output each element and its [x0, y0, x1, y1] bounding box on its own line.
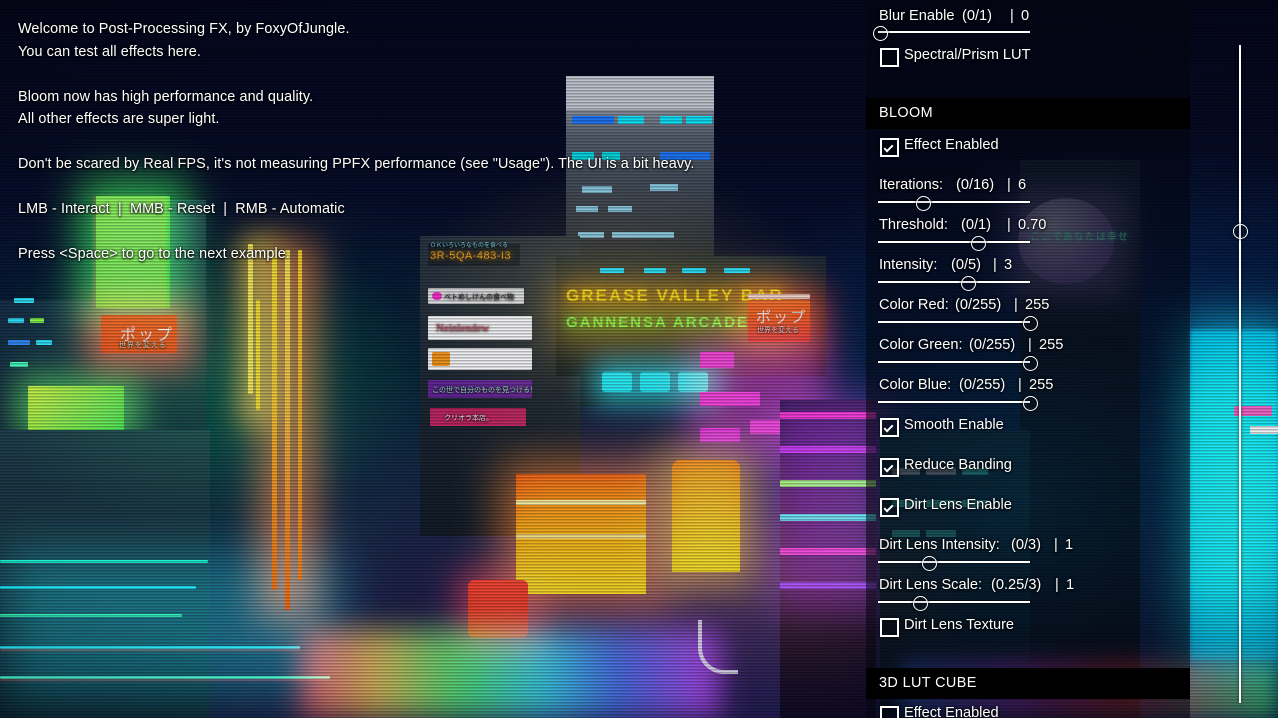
- bloom-iterations-slider-track[interactable]: [878, 201, 1030, 203]
- lut-effect-enabled-checkbox[interactable]: [880, 706, 899, 718]
- bloom-color-green-slider-knob[interactable]: [1023, 356, 1038, 371]
- bloom-effect-enabled-checkbox[interactable]: [880, 138, 899, 157]
- row-blur-enable: Blur Enable (0/1) | 0: [866, 0, 1190, 41]
- app-root: ポップ 世界を変える 3R-5QA-483-I3 ＯＫい: [0, 0, 1278, 718]
- row-bloom-color-red: Color Red: (0/255) | 255: [866, 297, 1190, 333]
- bloom-color-green-range: (0/255): [969, 337, 1016, 353]
- bloom-iterations-slider-knob[interactable]: [916, 196, 931, 211]
- blur-enable-slider-track[interactable]: [878, 31, 1030, 33]
- row-lut-effect-enabled: Effect Enabled: [866, 705, 1190, 718]
- bloom-dirt-lens-scale-range: (0.25/3): [991, 577, 1042, 593]
- bloom-dirt-lens-intensity-range: (0/3): [1011, 537, 1042, 553]
- blur-enable-label: Blur Enable: [879, 8, 955, 24]
- bloom-color-red-range: (0/255): [955, 297, 1002, 313]
- bloom-dirt-lens-intensity-label: Dirt Lens Intensity:: [879, 537, 1000, 553]
- bloom-iterations-range: (0/16): [956, 177, 995, 193]
- row-bloom-intensity: Intensity: (0/5) | 3: [866, 257, 1190, 293]
- bloom-color-green-label: Color Green:: [879, 337, 963, 353]
- bloom-reduce-banding-label: Reduce Banding: [904, 457, 1012, 473]
- bloom-intensity-range: (0/5): [951, 257, 982, 273]
- row-bloom-effect-enabled: Effect Enabled: [866, 137, 1190, 161]
- bloom-threshold-value: 0.70: [1018, 217, 1047, 233]
- bloom-threshold-range: (0/1): [961, 217, 992, 233]
- bloom-intensity-slider-track[interactable]: [878, 281, 1030, 283]
- blur-enable-value: 0: [1021, 8, 1030, 24]
- bloom-dirt-lens-enable-label: Dirt Lens Enable: [904, 497, 1012, 513]
- effects-panel: Blur Enable (0/1) | 0 Spectral/Prism LUT…: [866, 0, 1190, 718]
- section-header-lut-label: 3D LUT CUBE: [879, 675, 977, 691]
- bloom-intensity-label: Intensity:: [879, 257, 938, 273]
- row-bloom-dirt-lens-enable: Dirt Lens Enable: [866, 497, 1190, 521]
- blur-enable-range: (0/1): [962, 8, 993, 24]
- row-bloom-smooth-enable: Smooth Enable: [866, 417, 1190, 441]
- bloom-effect-enabled-label: Effect Enabled: [904, 137, 999, 153]
- bloom-threshold-label: Threshold:: [879, 217, 948, 233]
- bloom-intensity-slider-knob[interactable]: [961, 276, 976, 291]
- spectral-lut-checkbox[interactable]: [880, 48, 899, 67]
- bloom-dirt-lens-intensity-slider-knob[interactable]: [922, 556, 937, 571]
- lut-effect-enabled-label: Effect Enabled: [904, 705, 999, 718]
- bloom-dirt-lens-scale-slider-knob[interactable]: [913, 596, 928, 611]
- bloom-smooth-enable-checkbox[interactable]: [880, 418, 899, 437]
- bloom-dirt-lens-intensity-value: 1: [1065, 537, 1074, 553]
- row-bloom-threshold: Threshold: (0/1) | 0.70: [866, 217, 1190, 253]
- bloom-color-blue-slider-track[interactable]: [878, 401, 1030, 403]
- row-bloom-dirt-lens-intensity: Dirt Lens Intensity: (0/3) | 1: [866, 537, 1190, 573]
- bloom-dirt-lens-scale-label: Dirt Lens Scale:: [879, 577, 983, 593]
- section-header-bloom-label: BLOOM: [879, 105, 933, 121]
- intro-overlay-text: Welcome to Post-Processing FX, by FoxyOf…: [18, 21, 695, 262]
- bloom-iterations-value: 6: [1018, 177, 1027, 193]
- row-bloom-dirt-lens-texture: Dirt Lens Texture: [866, 617, 1190, 641]
- bloom-dirt-lens-intensity-slider-track[interactable]: [878, 561, 1030, 563]
- row-bloom-color-green: Color Green: (0/255) | 255: [866, 337, 1190, 373]
- bloom-smooth-enable-label: Smooth Enable: [904, 417, 1004, 433]
- bloom-dirt-lens-enable-checkbox[interactable]: [880, 498, 899, 517]
- bloom-color-red-slider-track[interactable]: [878, 321, 1030, 323]
- bloom-dirt-lens-intensity-separator: |: [1054, 537, 1058, 553]
- bloom-color-red-slider-knob[interactable]: [1023, 316, 1038, 331]
- bloom-color-green-value: 255: [1039, 337, 1064, 353]
- bloom-iterations-separator: |: [1007, 177, 1011, 193]
- section-header-bloom: BLOOM: [866, 98, 1190, 129]
- blur-enable-slider-knob[interactable]: [873, 26, 888, 41]
- bloom-color-blue-separator: |: [1018, 377, 1022, 393]
- bloom-dirt-lens-texture-checkbox[interactable]: [880, 618, 899, 637]
- bloom-dirt-lens-scale-value: 1: [1066, 577, 1075, 593]
- bloom-threshold-separator: |: [1007, 217, 1011, 233]
- bloom-color-blue-range: (0/255): [959, 377, 1006, 393]
- bloom-color-blue-label: Color Blue:: [879, 377, 952, 393]
- row-bloom-dirt-lens-scale: Dirt Lens Scale: (0.25/3) | 1: [866, 577, 1190, 613]
- row-bloom-color-blue: Color Blue: (0/255) | 255: [866, 377, 1190, 413]
- row-bloom-reduce-banding: Reduce Banding: [866, 457, 1190, 481]
- bloom-iterations-label: Iterations:: [879, 177, 944, 193]
- bloom-dirt-lens-scale-slider-track[interactable]: [878, 601, 1030, 603]
- bloom-color-blue-slider-knob[interactable]: [1023, 396, 1038, 411]
- bloom-color-red-separator: |: [1014, 297, 1018, 313]
- spectral-lut-label: Spectral/Prism LUT: [904, 47, 1031, 63]
- bloom-color-red-label: Color Red:: [879, 297, 949, 313]
- row-spectral-lut: Spectral/Prism LUT: [866, 46, 1190, 70]
- panel-scrollbar-track[interactable]: [1239, 45, 1241, 703]
- section-header-lut: 3D LUT CUBE: [866, 668, 1190, 699]
- blur-enable-separator: |: [1010, 8, 1014, 24]
- row-bloom-iterations: Iterations: (0/16) | 6: [866, 177, 1190, 213]
- bloom-dirt-lens-texture-label: Dirt Lens Texture: [904, 617, 1015, 633]
- bloom-color-blue-value: 255: [1029, 377, 1054, 393]
- bloom-reduce-banding-checkbox[interactable]: [880, 458, 899, 477]
- bloom-threshold-slider-track[interactable]: [878, 241, 1030, 243]
- bloom-intensity-value: 3: [1004, 257, 1013, 273]
- bloom-color-green-separator: |: [1028, 337, 1032, 353]
- panel-scrollbar-knob[interactable]: [1233, 224, 1248, 239]
- bloom-intensity-separator: |: [993, 257, 997, 273]
- bloom-dirt-lens-scale-separator: |: [1055, 577, 1059, 593]
- bloom-color-red-value: 255: [1025, 297, 1050, 313]
- bloom-color-green-slider-track[interactable]: [878, 361, 1030, 363]
- bloom-threshold-slider-knob[interactable]: [971, 236, 986, 251]
